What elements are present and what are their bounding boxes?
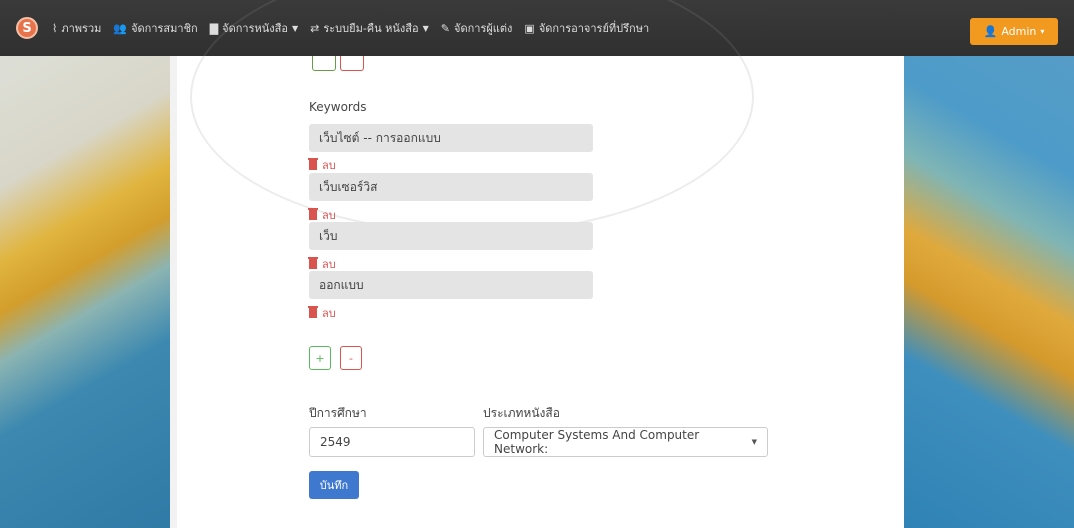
nav-borrow-return[interactable]: ⇄ ระบบยืม-คืน หนังสือ ▼	[310, 19, 429, 37]
book-type-select[interactable]: Computer Systems And Computer Network: ▼	[483, 427, 768, 457]
nav-books-label: จัดการหนังสือ	[222, 22, 288, 35]
nav-borrow-return-label: ระบบยืม-คืน หนังสือ	[323, 22, 419, 35]
keywords-label: Keywords	[309, 100, 367, 114]
remove-keyword-button[interactable]: -	[340, 346, 362, 370]
keyword-field[interactable]: เว็บเซอร์วิส	[309, 173, 593, 201]
top-navbar: S ⌇ ภาพรวม 👥 จัดการสมาชิก ▇ จัดการหนังสื…	[0, 0, 1074, 56]
admin-label: Admin	[1001, 25, 1037, 38]
keyword-field[interactable]: เว็บ	[309, 222, 593, 250]
year-input[interactable]: 2549	[309, 427, 475, 457]
exchange-icon: ⇄	[310, 21, 320, 35]
background-right	[899, 0, 1074, 528]
background-left	[0, 0, 170, 528]
nav-members-label: จัดการสมาชิก	[131, 22, 198, 35]
year-label: ปีการศึกษา	[309, 406, 367, 420]
nav-dashboard-label: ภาพรวม	[61, 22, 102, 35]
chevron-down-icon: ▼	[291, 23, 299, 33]
chevron-down-icon: ▼	[751, 438, 757, 446]
nav-authors[interactable]: ✎ จัดการผู้แต่ง	[441, 19, 513, 37]
admin-menu-button[interactable]: 👤 Admin ▾	[970, 18, 1058, 45]
book-icon: ▇	[209, 21, 219, 35]
trash-icon	[308, 306, 318, 318]
chevron-down-icon: ▾	[1040, 27, 1045, 36]
keyword-field[interactable]: เว็บไซต์ -- การออกแบบ	[309, 124, 593, 152]
chevron-down-icon: ▼	[422, 23, 429, 33]
chart-icon: ⌇	[52, 21, 58, 35]
nav-members[interactable]: 👥 จัดการสมาชิก	[113, 19, 197, 37]
trash-icon	[308, 158, 318, 170]
user-icon: 👤	[983, 25, 998, 38]
advisor-icon: ▣	[524, 21, 535, 35]
delete-keyword-link[interactable]: ลบ	[308, 156, 336, 174]
logo-icon[interactable]: S	[16, 17, 38, 39]
users-icon: 👥	[113, 21, 128, 35]
keyword-field[interactable]: ออกแบบ	[309, 271, 593, 299]
book-type-value: Computer Systems And Computer Network:	[494, 428, 700, 456]
trash-icon	[308, 208, 318, 220]
trash-icon	[308, 257, 318, 269]
remove-button-partial[interactable]	[340, 56, 364, 71]
nav-dashboard[interactable]: ⌇ ภาพรวม	[52, 19, 101, 37]
nav-authors-label: จัดการผู้แต่ง	[454, 22, 513, 35]
add-keyword-button[interactable]: +	[309, 346, 331, 370]
delete-label: ลบ	[322, 159, 336, 172]
delete-keyword-link[interactable]: ลบ	[308, 304, 336, 322]
nav-books[interactable]: ▇ จัดการหนังสือ ▼	[210, 19, 298, 37]
author-icon: ✎	[440, 21, 451, 35]
book-type-label: ประเภทหนังสือ	[483, 406, 560, 420]
save-button[interactable]: บันทึก	[309, 471, 359, 499]
add-button-partial[interactable]	[312, 56, 336, 71]
nav-advisors-label: จัดการอาจารย์ที่ปรึกษา	[538, 22, 650, 35]
nav-advisors[interactable]: ▣ จัดการอาจารย์ที่ปรึกษา	[524, 19, 649, 37]
delete-label: ลบ	[322, 307, 336, 320]
